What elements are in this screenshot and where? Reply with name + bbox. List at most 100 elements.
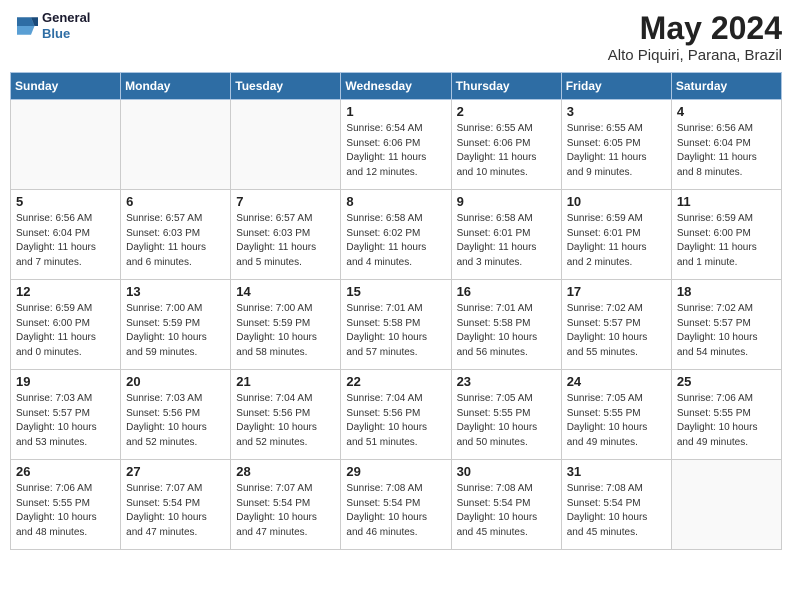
calendar-cell: 5 Sunrise: 6:56 AMSunset: 6:04 PMDaylight…	[11, 190, 121, 280]
cell-info: Sunrise: 7:02 AMSunset: 5:57 PMDaylight:…	[677, 302, 776, 360]
day-number: 13	[126, 284, 225, 299]
cell-info: Sunrise: 7:02 AMSunset: 5:57 PMDaylight:…	[567, 302, 666, 360]
day-number: 29	[346, 464, 445, 479]
cell-info: Sunrise: 7:08 AMSunset: 5:54 PMDaylight:…	[346, 482, 445, 540]
day-number: 25	[677, 374, 776, 389]
calendar-cell: 18 Sunrise: 7:02 AMSunset: 5:57 PMDayligh…	[671, 280, 781, 370]
cell-info: Sunrise: 7:08 AMSunset: 5:54 PMDaylight:…	[457, 482, 556, 540]
cell-info: Sunrise: 6:56 AMSunset: 6:04 PMDaylight:…	[677, 122, 776, 180]
calendar-cell: 31Sunrise: 7:08 AMSunset: 5:54 PMDayligh…	[561, 460, 671, 550]
logo-icon	[10, 12, 38, 40]
day-number: 7	[236, 194, 335, 209]
cell-info: Sunrise: 7:01 AMSunset: 5:58 PMDaylight:…	[346, 302, 445, 360]
cell-info: Sunrise: 7:03 AMSunset: 5:57 PMDaylight:…	[16, 392, 115, 450]
calendar-cell	[671, 460, 781, 550]
logo: General Blue	[10, 10, 90, 41]
day-number: 31	[567, 464, 666, 479]
calendar-cell: 3 Sunrise: 6:55 AMSunset: 6:05 PMDaylight…	[561, 100, 671, 190]
day-number: 27	[126, 464, 225, 479]
weekday-header: Sunday	[11, 73, 121, 100]
day-number: 21	[236, 374, 335, 389]
calendar-table: SundayMondayTuesdayWednesdayThursdayFrid…	[10, 72, 782, 550]
day-number: 18	[677, 284, 776, 299]
calendar-cell: 30 Sunrise: 7:08 AMSunset: 5:54 PMDayligh…	[451, 460, 561, 550]
logo-text: General Blue	[42, 10, 90, 41]
day-number: 4	[677, 104, 776, 119]
day-number: 24	[567, 374, 666, 389]
day-number: 30	[457, 464, 556, 479]
calendar-cell: 15 Sunrise: 7:01 AMSunset: 5:58 PMDayligh…	[341, 280, 451, 370]
calendar-week-row: 19Sunrise: 7:03 AMSunset: 5:57 PMDayligh…	[11, 370, 782, 460]
day-number: 1	[346, 104, 445, 119]
cell-info: Sunrise: 7:04 AMSunset: 5:56 PMDaylight:…	[346, 392, 445, 450]
calendar-cell: 19Sunrise: 7:03 AMSunset: 5:57 PMDayligh…	[11, 370, 121, 460]
calendar-cell: 26 Sunrise: 7:06 AMSunset: 5:55 PMDayligh…	[11, 460, 121, 550]
calendar-cell: 11Sunrise: 6:59 AMSunset: 6:00 PMDayligh…	[671, 190, 781, 280]
calendar-cell: 7 Sunrise: 6:57 AMSunset: 6:03 PMDaylight…	[231, 190, 341, 280]
calendar-cell: 14Sunrise: 7:00 AMSunset: 5:59 PMDayligh…	[231, 280, 341, 370]
weekday-header: Friday	[561, 73, 671, 100]
weekday-header: Saturday	[671, 73, 781, 100]
calendar-cell: 22 Sunrise: 7:04 AMSunset: 5:56 PMDayligh…	[341, 370, 451, 460]
cell-info: Sunrise: 6:57 AMSunset: 6:03 PMDaylight:…	[126, 212, 225, 270]
cell-info: Sunrise: 7:00 AMSunset: 5:59 PMDaylight:…	[236, 302, 335, 360]
calendar-cell	[11, 100, 121, 190]
calendar-cell: 9Sunrise: 6:58 AMSunset: 6:01 PMDaylight…	[451, 190, 561, 280]
calendar-week-row: 12 Sunrise: 6:59 AMSunset: 6:00 PMDayligh…	[11, 280, 782, 370]
calendar-cell	[121, 100, 231, 190]
cell-info: Sunrise: 6:54 AMSunset: 6:06 PMDaylight:…	[346, 122, 445, 180]
cell-info: Sunrise: 6:57 AMSunset: 6:03 PMDaylight:…	[236, 212, 335, 270]
day-number: 12	[16, 284, 115, 299]
calendar-cell: 10 Sunrise: 6:59 AMSunset: 6:01 PMDayligh…	[561, 190, 671, 280]
cell-info: Sunrise: 6:58 AMSunset: 6:01 PMDaylight:…	[457, 212, 556, 270]
cell-info: Sunrise: 7:07 AMSunset: 5:54 PMDaylight:…	[126, 482, 225, 540]
cell-info: Sunrise: 6:59 AMSunset: 6:00 PMDaylight:…	[16, 302, 115, 360]
day-number: 20	[126, 374, 225, 389]
logo-line2: Blue	[42, 26, 90, 42]
calendar-cell	[231, 100, 341, 190]
logo-line1: General	[42, 10, 90, 26]
title-area: May 2024 Alto Piquiri, Parana, Brazil	[608, 10, 782, 64]
cell-info: Sunrise: 7:00 AMSunset: 5:59 PMDaylight:…	[126, 302, 225, 360]
calendar-cell: 1 Sunrise: 6:54 AMSunset: 6:06 PMDaylight…	[341, 100, 451, 190]
calendar-cell: 16 Sunrise: 7:01 AMSunset: 5:58 PMDayligh…	[451, 280, 561, 370]
cell-info: Sunrise: 7:06 AMSunset: 5:55 PMDaylight:…	[677, 392, 776, 450]
calendar-cell: 27 Sunrise: 7:07 AMSunset: 5:54 PMDayligh…	[121, 460, 231, 550]
cell-info: Sunrise: 7:05 AMSunset: 5:55 PMDaylight:…	[567, 392, 666, 450]
day-number: 23	[457, 374, 556, 389]
calendar-cell: 12 Sunrise: 6:59 AMSunset: 6:00 PMDayligh…	[11, 280, 121, 370]
day-number: 26	[16, 464, 115, 479]
day-number: 11	[677, 194, 776, 209]
calendar-cell: 8Sunrise: 6:58 AMSunset: 6:02 PMDaylight…	[341, 190, 451, 280]
cell-info: Sunrise: 7:07 AMSunset: 5:54 PMDaylight:…	[236, 482, 335, 540]
calendar-header-row: SundayMondayTuesdayWednesdayThursdayFrid…	[11, 73, 782, 100]
cell-info: Sunrise: 7:01 AMSunset: 5:58 PMDaylight:…	[457, 302, 556, 360]
calendar-cell: 28 Sunrise: 7:07 AMSunset: 5:54 PMDayligh…	[231, 460, 341, 550]
day-number: 3	[567, 104, 666, 119]
day-number: 10	[567, 194, 666, 209]
day-number: 22	[346, 374, 445, 389]
cell-info: Sunrise: 7:05 AMSunset: 5:55 PMDaylight:…	[457, 392, 556, 450]
page-header: General Blue May 2024 Alto Piquiri, Para…	[10, 10, 782, 64]
calendar-cell: 21Sunrise: 7:04 AMSunset: 5:56 PMDayligh…	[231, 370, 341, 460]
cell-info: Sunrise: 6:59 AMSunset: 6:01 PMDaylight:…	[567, 212, 666, 270]
day-number: 2	[457, 104, 556, 119]
day-number: 5	[16, 194, 115, 209]
weekday-header: Monday	[121, 73, 231, 100]
cell-info: Sunrise: 7:06 AMSunset: 5:55 PMDaylight:…	[16, 482, 115, 540]
weekday-header: Thursday	[451, 73, 561, 100]
weekday-header: Wednesday	[341, 73, 451, 100]
day-number: 15	[346, 284, 445, 299]
calendar-cell: 24 Sunrise: 7:05 AMSunset: 5:55 PMDayligh…	[561, 370, 671, 460]
cell-info: Sunrise: 6:55 AMSunset: 6:06 PMDaylight:…	[457, 122, 556, 180]
calendar-cell: 13 Sunrise: 7:00 AMSunset: 5:59 PMDayligh…	[121, 280, 231, 370]
day-number: 17	[567, 284, 666, 299]
day-number: 16	[457, 284, 556, 299]
calendar-cell: 29 Sunrise: 7:08 AMSunset: 5:54 PMDayligh…	[341, 460, 451, 550]
cell-info: Sunrise: 7:03 AMSunset: 5:56 PMDaylight:…	[126, 392, 225, 450]
calendar-cell: 17 Sunrise: 7:02 AMSunset: 5:57 PMDayligh…	[561, 280, 671, 370]
calendar-week-row: 5 Sunrise: 6:56 AMSunset: 6:04 PMDaylight…	[11, 190, 782, 280]
day-number: 28	[236, 464, 335, 479]
cell-info: Sunrise: 6:55 AMSunset: 6:05 PMDaylight:…	[567, 122, 666, 180]
cell-info: Sunrise: 6:56 AMSunset: 6:04 PMDaylight:…	[16, 212, 115, 270]
